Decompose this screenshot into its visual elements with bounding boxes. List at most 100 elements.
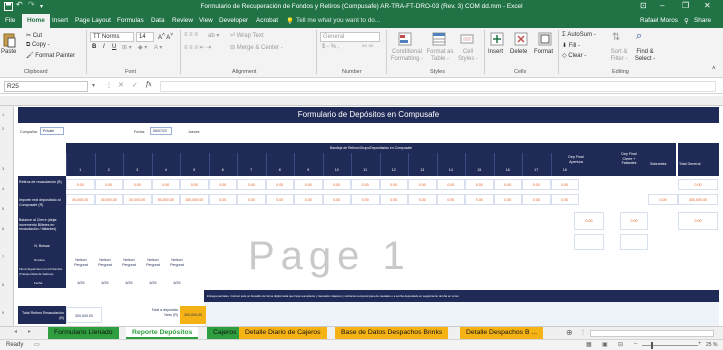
row2-cell[interactable]: 20,000.00: [123, 194, 152, 205]
find-select-button[interactable]: Find & Select -: [632, 49, 658, 63]
row1-cell[interactable]: 0.00: [408, 179, 437, 190]
bold-button[interactable]: B: [92, 44, 96, 50]
column-headers[interactable]: [0, 96, 723, 106]
maximize-button[interactable]: ❐: [682, 1, 689, 10]
row1-total-cell[interactable]: 0.00: [678, 179, 718, 190]
paste-button[interactable]: Paste: [1, 49, 16, 55]
paste-icon[interactable]: [2, 32, 16, 48]
row1-cell[interactable]: 0.00: [351, 179, 380, 190]
delete-cells-icon[interactable]: [514, 32, 528, 46]
horizontal-scrollbar[interactable]: [590, 330, 714, 337]
user-name[interactable]: Rafael Moros: [640, 17, 678, 24]
ribbon-display-icon[interactable]: ⊡: [640, 1, 647, 10]
autosum-button[interactable]: Σ AutoSum -: [562, 32, 596, 38]
tab-file[interactable]: File: [5, 17, 15, 24]
row1-cell[interactable]: 0.00: [294, 179, 323, 190]
row-number[interactable]: 6: [2, 226, 4, 231]
row1-cell[interactable]: 0.00: [465, 179, 494, 190]
row1-cell[interactable]: 0.00: [94, 179, 123, 190]
tab-developer[interactable]: Developer: [219, 17, 248, 24]
row2-cell[interactable]: 0.00: [550, 194, 579, 205]
row-number[interactable]: 2: [2, 126, 4, 131]
tell-me-box[interactable]: Tell me what you want to do...: [296, 17, 380, 24]
zoom-slider-thumb[interactable]: [651, 342, 653, 349]
zoom-level[interactable]: 25 %: [706, 342, 717, 348]
name-box[interactable]: R25: [4, 81, 88, 92]
fx-icon[interactable]: fx: [146, 81, 152, 88]
find-select-icon[interactable]: ⌕: [636, 30, 642, 43]
row-number[interactable]: 4: [2, 186, 4, 191]
row2-cell[interactable]: 0.00: [351, 194, 380, 205]
row1-cell[interactable]: 0.00: [379, 179, 408, 190]
format-table-button[interactable]: Format as Table -: [426, 49, 454, 63]
share-button[interactable]: Share: [694, 17, 711, 24]
row1-cell[interactable]: 0.00: [66, 179, 95, 190]
zoom-out-icon[interactable]: –: [634, 341, 637, 347]
tab-review[interactable]: Review: [172, 17, 193, 24]
row-number[interactable]: 8: [2, 282, 4, 287]
formula-input[interactable]: [160, 81, 716, 92]
insert-button[interactable]: Insert: [488, 49, 503, 55]
insert-cells-icon[interactable]: [490, 32, 504, 46]
worksheet[interactable]: Formulario de Depósitos en Compusafe Com…: [14, 106, 723, 326]
collapse-ribbon-icon[interactable]: ˄: [712, 66, 716, 72]
row2-cell[interactable]: 150,000.00: [180, 194, 209, 205]
row-number[interactable]: 5: [2, 206, 4, 211]
page-break-view-icon[interactable]: ⊟: [618, 341, 623, 348]
fill-button[interactable]: ⬇ Fill -: [562, 42, 580, 49]
fill-color-icon[interactable]: ◆ ▾: [138, 44, 147, 51]
merge-center-button[interactable]: ⊟ Merge & Center -: [230, 44, 283, 51]
date-field[interactable]: 06/07/22: [150, 127, 172, 135]
enter-icon[interactable]: ✓: [132, 81, 138, 89]
format-painter-button[interactable]: 🖌 Format Painter: [26, 52, 75, 59]
row2-cell[interactable]: 40,000.00: [94, 194, 123, 205]
row3-cell-c[interactable]: 0.00: [678, 212, 718, 230]
format-button[interactable]: Format: [534, 49, 553, 55]
cancel-icon[interactable]: ✕: [118, 81, 124, 89]
font-grow-icon[interactable]: A˄ A˅: [158, 32, 173, 41]
row2-cell[interactable]: 40,000.00: [66, 194, 95, 205]
row-number[interactable]: 7: [2, 254, 4, 259]
bottom-value1-cell[interactable]: 300,000.00: [66, 307, 102, 323]
row4-cell-a[interactable]: [574, 234, 604, 250]
name-box-dropdown-icon[interactable]: ▾: [92, 82, 95, 89]
tab-formulas[interactable]: Formulas: [117, 17, 144, 24]
number-format-select[interactable]: General: [320, 32, 380, 42]
clear-button[interactable]: ◇ Clear -: [562, 52, 586, 59]
macro-record-icon[interactable]: ▭: [34, 341, 40, 348]
cut-button[interactable]: ✂ Cut: [26, 32, 42, 39]
conditional-formatting-icon[interactable]: [398, 32, 412, 46]
format-cells-icon[interactable]: [538, 32, 552, 46]
tab-view[interactable]: View: [199, 17, 213, 24]
tab-home[interactable]: Home: [22, 14, 50, 28]
borders-icon[interactable]: ⊞ ▾: [122, 44, 132, 51]
sort-filter-icon[interactable]: ⇅: [612, 32, 620, 43]
sheet-tab-formulario[interactable]: Formulario Llenado: [48, 327, 119, 339]
italic-button[interactable]: I: [103, 44, 105, 50]
row1-cell[interactable]: 0.00: [180, 179, 209, 190]
orientation-icon[interactable]: ab ▾: [208, 32, 219, 39]
normal-view-icon[interactable]: ▦: [586, 341, 592, 348]
conditional-formatting-button[interactable]: Conditional Formatting -: [390, 49, 424, 63]
notice-area[interactable]: [204, 302, 719, 326]
row-headers[interactable]: 1 2 3 4 5 6 7 8 9: [0, 106, 14, 326]
format-table-icon[interactable]: [432, 32, 446, 46]
tab-split-icon[interactable]: ⋮: [580, 329, 586, 336]
row2-cell[interactable]: 0.00: [408, 194, 437, 205]
sheet-tab-cajeros[interactable]: Cajeros: [207, 327, 243, 339]
row2-cell[interactable]: 50,000.00: [151, 194, 180, 205]
row3-cell-b[interactable]: 0.00: [620, 212, 648, 230]
row2-total-cell[interactable]: 300,000.00: [678, 194, 718, 205]
row1-cell[interactable]: 0.00: [265, 179, 294, 190]
row2-cell[interactable]: 0.00: [322, 194, 351, 205]
copy-button[interactable]: ⧉ Copy -: [26, 42, 50, 49]
row-number[interactable]: 9: [2, 310, 4, 315]
row4-cell-b[interactable]: [620, 234, 648, 250]
row1-cell[interactable]: 0.00: [550, 179, 579, 190]
sheet-tab-detalle-despachos[interactable]: Detalle Despachos B ...: [460, 327, 544, 339]
row1-cell[interactable]: 0.00: [436, 179, 465, 190]
row1-cell[interactable]: 0.00: [208, 179, 237, 190]
prev-sheet-icon[interactable]: ◂: [14, 328, 17, 335]
row2-cell[interactable]: 0.00: [465, 194, 494, 205]
row1-cell[interactable]: 0.00: [123, 179, 152, 190]
